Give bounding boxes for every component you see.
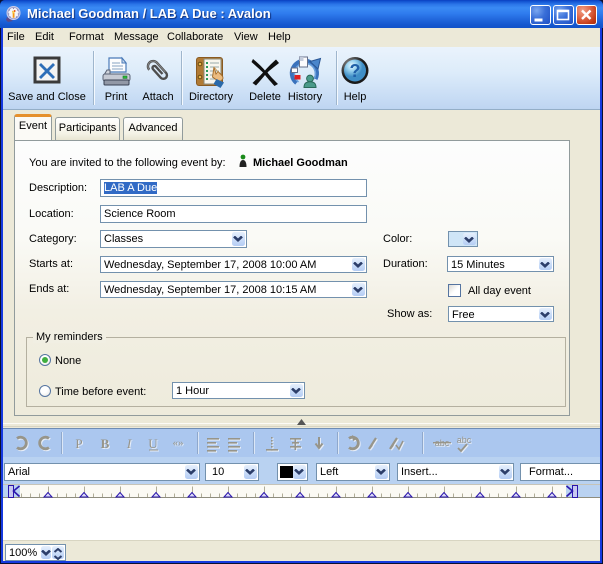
svg-text:U: U bbox=[148, 436, 158, 451]
svg-text:I: I bbox=[126, 436, 132, 451]
svg-text:?: ? bbox=[350, 61, 361, 81]
svg-text:abc: abc bbox=[457, 435, 472, 445]
svg-text:B: B bbox=[101, 436, 110, 451]
svg-text:«»: «» bbox=[173, 437, 184, 449]
svg-text:P: P bbox=[75, 436, 82, 451]
